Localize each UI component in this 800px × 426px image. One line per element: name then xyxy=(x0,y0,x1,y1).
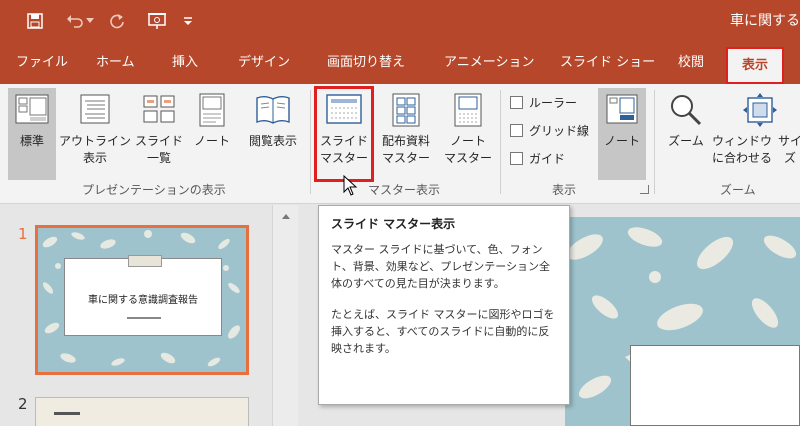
document-title: 車に関する xyxy=(730,13,800,29)
slide-master-button[interactable]: スライド マスター xyxy=(314,86,374,182)
notes-page-label: ノート xyxy=(193,134,230,148)
presentation-views-group-label: プレゼンテーションの表示 xyxy=(82,183,226,197)
redo-icon[interactable] xyxy=(104,9,130,33)
gridlines-checkbox-box[interactable] xyxy=(510,124,523,137)
notes-pane-icon xyxy=(600,88,644,132)
show-group-dialog-launcher-icon[interactable] xyxy=(640,185,649,194)
slide-thumbnail-2[interactable] xyxy=(35,397,249,426)
notes-master-button[interactable]: ノート マスター xyxy=(440,88,496,180)
present-icon[interactable] xyxy=(144,9,170,33)
tooltip-title: スライド マスター表示 xyxy=(331,217,456,231)
magnifier-icon xyxy=(664,88,708,132)
notes-page-icon xyxy=(190,88,234,132)
zoom-button[interactable]: ズーム xyxy=(662,88,710,180)
slide-number-2: 2 xyxy=(18,395,28,413)
show-group-label: 表示 xyxy=(552,183,577,197)
slide-sorter-icon xyxy=(137,88,181,132)
handout-master-label-2: マスター xyxy=(381,151,430,165)
thumbnail-scrollbar[interactable] xyxy=(272,205,298,426)
slide-master-label-2: マスター xyxy=(319,151,368,165)
slide-thumbnail-1[interactable]: 車に関する意識調査報告 xyxy=(35,225,249,375)
tab-home[interactable]: ホーム xyxy=(96,42,135,84)
ruler-checkbox[interactable]: ルーラー xyxy=(510,94,577,111)
group-divider xyxy=(500,90,501,194)
tab-file[interactable]: ファイル xyxy=(16,42,68,84)
ribbon-tabs: ファイル ホーム 挿入 デザイン 画面切り替え アニメーション スライド ショー… xyxy=(0,42,800,84)
slide-sorter-label-2: 一覧 xyxy=(146,151,171,165)
outline-view-label-2: 表示 xyxy=(82,151,107,165)
slide-content-placeholder[interactable] xyxy=(630,345,800,426)
tab-review[interactable]: 校閲 xyxy=(678,42,704,84)
notes-master-label-1: ノート xyxy=(449,134,486,148)
slide-thumbnail-title: 車に関する意識調査報告 xyxy=(88,295,198,306)
gridlines-label: グリッド線 xyxy=(529,124,590,138)
customize-qat-icon[interactable] xyxy=(180,9,196,33)
tab-view[interactable]: 表示 xyxy=(726,47,785,84)
slide-sorter-label-1: スライド xyxy=(134,134,183,148)
title-bar: 車に関する xyxy=(0,0,800,42)
group-divider xyxy=(654,90,655,194)
notes-page-button[interactable]: ノート xyxy=(190,88,234,180)
notes-pane-label: ノート xyxy=(603,134,640,148)
slide-master-label-1: スライド xyxy=(319,134,368,148)
guides-label: ガイド xyxy=(529,152,566,166)
ruler-checkbox-box[interactable] xyxy=(510,96,523,109)
size-button-label-1: サイ xyxy=(778,134,800,148)
save-icon[interactable] xyxy=(22,9,48,33)
fit-to-window-label-2: に合わせる xyxy=(712,151,773,165)
guides-checkbox[interactable]: ガイド xyxy=(510,150,565,167)
slide-sorter-button[interactable]: スライド 一覧 xyxy=(134,88,184,180)
normal-view-icon xyxy=(10,88,54,132)
group-divider xyxy=(310,90,311,194)
slide-title-tab xyxy=(128,255,162,267)
notes-master-label-2: マスター xyxy=(443,151,492,165)
slide-number-1: 1 xyxy=(18,225,28,243)
tooltip-description: マスター スライドに基づいて、色、フォント、背景、効果など、プレゼンテーション全… xyxy=(331,243,551,290)
outline-view-icon xyxy=(73,88,117,132)
gridlines-checkbox[interactable]: グリッド線 xyxy=(510,122,589,139)
subtitle-placeholder-line xyxy=(127,317,161,319)
reading-view-button[interactable]: 閲覧表示 xyxy=(240,88,306,180)
tab-insert[interactable]: 挿入 xyxy=(172,42,198,84)
slide-2-title-line xyxy=(54,412,80,415)
fit-to-window-label-1: ウィンドウ xyxy=(712,134,773,148)
slide-master-icon xyxy=(322,88,366,132)
reading-view-label: 閲覧表示 xyxy=(248,134,297,148)
slide-master-tooltip: スライド マスター表示 マスター スライドに基づいて、色、フォント、背景、効果な… xyxy=(318,205,570,405)
normal-view-button[interactable]: 標準 xyxy=(8,88,56,180)
tab-transitions[interactable]: 画面切り替え xyxy=(327,42,405,84)
undo-dropdown-icon[interactable] xyxy=(84,9,96,33)
handout-master-label-1: 配布資料 xyxy=(381,134,430,148)
scroll-up-icon[interactable] xyxy=(273,209,299,225)
zoom-label: ズーム xyxy=(668,134,704,148)
zoom-group-label: ズーム xyxy=(720,183,756,197)
fit-to-window-icon xyxy=(738,88,782,132)
slide-thumbnail-pane: 1 車に関する意識調査報告 2 xyxy=(0,205,300,426)
reading-view-icon xyxy=(251,88,295,132)
slide-title-box: 車に関する意識調査報告 xyxy=(64,258,222,336)
guides-checkbox-box[interactable] xyxy=(510,152,523,165)
normal-view-label: 標準 xyxy=(19,134,44,148)
handout-master-button[interactable]: 配布資料 マスター xyxy=(376,88,436,180)
handout-master-icon xyxy=(384,88,428,132)
master-views-group-label: マスター表示 xyxy=(368,183,441,197)
size-button-label-2: ズ xyxy=(784,151,797,165)
tooltip-example: たとえば、スライド マスターに図形やロゴを挿入すると、すべてのスライドに自動的に… xyxy=(331,308,555,355)
outline-view-label-1: アウトライン xyxy=(58,134,131,148)
notes-pane-button[interactable]: ノート xyxy=(598,88,646,180)
mouse-pointer-icon xyxy=(343,174,359,201)
ribbon-view: 標準 アウトライン 表示 スライド 一覧 ノート 閲覧表示 プレゼンテーションの… xyxy=(0,84,800,204)
ruler-label: ルーラー xyxy=(529,96,578,110)
tab-slideshow[interactable]: スライド ショー xyxy=(560,42,655,84)
notes-master-icon xyxy=(446,88,490,132)
fit-to-window-button[interactable]: ウィンドウ に合わせる サイ ズ xyxy=(712,88,800,180)
tab-design[interactable]: デザイン xyxy=(238,42,290,84)
tab-animations[interactable]: アニメーション xyxy=(444,42,534,84)
outline-view-button[interactable]: アウトライン 表示 xyxy=(58,88,132,180)
